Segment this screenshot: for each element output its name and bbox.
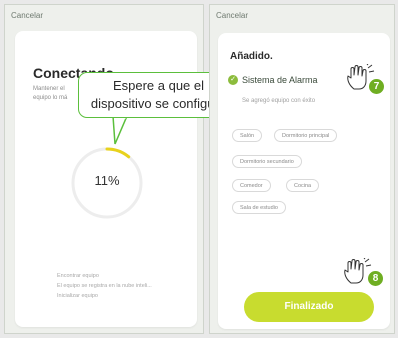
room-chip-dormitorio-principal[interactable]: Dormitorio principal [274,129,338,142]
connection-steps: Encontrar equipo El equipo se registra e… [57,271,152,301]
added-screen: Cancelar Añadido. ✓ Sistema de Alarma Se… [209,4,395,334]
device-name[interactable]: Sistema de Alarma [242,75,318,85]
check-icon: ✓ [228,75,238,85]
room-chip-comedor[interactable]: Comedor [232,179,271,192]
cancel-link[interactable]: Cancelar [216,11,248,20]
step-badge-8: 8 [368,271,383,286]
description-line-1: Mantener el [33,86,65,92]
page-title: Añadido. [230,51,273,62]
finish-button[interactable]: Finalizado [244,292,374,322]
progress-percent: 11% [94,173,120,188]
step-badge-7: 7 [369,79,384,94]
room-chip-dormitorio-secundario[interactable]: Dormitorio secundario [232,155,302,168]
room-chip-cocina[interactable]: Cocina [286,179,320,192]
room-chip-sala-de-estudio[interactable]: Sala de estudio [232,201,286,214]
cancel-link[interactable]: Cancelar [11,11,43,20]
step-find-device: Encontrar equipo [57,273,99,279]
description-line-2: equipo lo má [33,95,68,101]
step-initialize: Inicializar equipo [57,293,98,299]
progress-ring: 11% [67,143,147,223]
step-register-cloud: El equipo se registra en la nube inteli.… [57,283,152,289]
connecting-screen: Cancelar Conectando Mantener el equipo l… [4,4,204,334]
callout-pointer [112,116,128,145]
device-added-status: Se agregó equipo con éxito [242,98,316,104]
room-chip-salon[interactable]: Salón [232,129,263,142]
